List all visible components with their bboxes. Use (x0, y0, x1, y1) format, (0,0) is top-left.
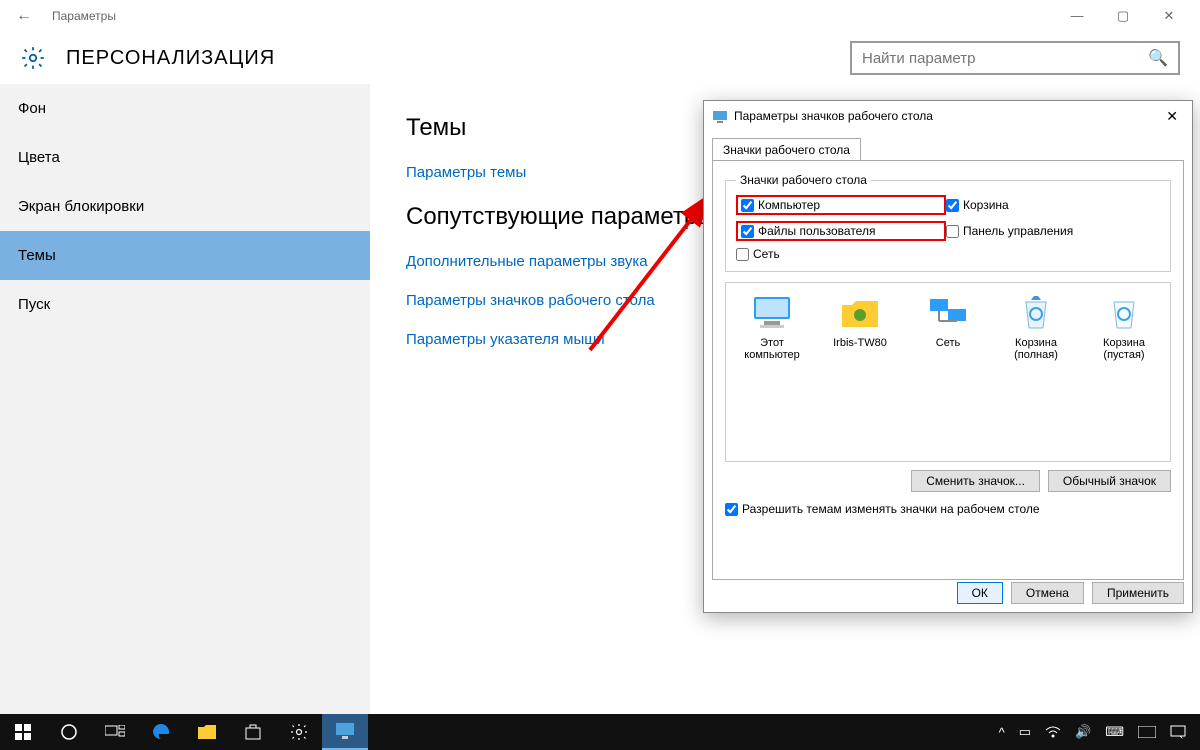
change-icon-button[interactable]: Сменить значок... (911, 470, 1040, 492)
icon-label: Корзина (пустая) (1084, 337, 1164, 361)
tab-desktop-icons[interactable]: Значки рабочего стола (712, 138, 861, 161)
dialog-title: Параметры значков рабочего стола (734, 109, 933, 123)
icon-label: Корзина (полная) (996, 337, 1076, 361)
checkbox-userfiles[interactable] (741, 225, 754, 238)
tray-wifi-icon[interactable] (1045, 726, 1061, 738)
system-tray: ^ ▭ 🔊 ⌨ (999, 724, 1200, 740)
maximize-button[interactable]: ▢ (1100, 8, 1146, 24)
icon-recycle-full[interactable]: Корзина (полная) (996, 293, 1076, 361)
page-title: ПЕРСОНАЛИЗАЦИЯ (66, 47, 275, 70)
task-view-icon[interactable] (92, 714, 138, 750)
close-button[interactable]: ✕ (1146, 8, 1192, 24)
fieldset-legend: Значки рабочего стола (736, 173, 871, 187)
dialog-titlebar: Параметры значков рабочего стола ✕ (704, 101, 1192, 131)
back-button[interactable]: ← (8, 7, 40, 25)
checkbox-control[interactable] (946, 225, 959, 238)
label-userfiles: Файлы пользователя (758, 224, 875, 238)
window-controls: ― ▢ ✕ (1054, 8, 1192, 24)
icon-label: Сеть (908, 337, 988, 349)
ok-button[interactable]: ОК (957, 582, 1003, 604)
tab-panel: Значки рабочего стола Компьютер Корзина … (712, 160, 1184, 580)
highlight-userfiles: Файлы пользователя (736, 221, 946, 241)
start-button[interactable] (0, 714, 46, 750)
cancel-button[interactable]: Отмена (1011, 582, 1084, 604)
settings-taskbar-icon[interactable] (276, 714, 322, 750)
search-box[interactable]: 🔍 (850, 41, 1180, 75)
store-icon[interactable] (230, 714, 276, 750)
search-input[interactable] (862, 50, 1148, 67)
gear-icon (20, 45, 46, 71)
icon-label: Irbis-TW80 (820, 337, 900, 349)
sidebar: Фон Цвета Экран блокировки Темы Пуск (0, 84, 370, 714)
titlebar: ← Параметры ― ▢ ✕ (0, 0, 1200, 32)
icon-recycle-empty[interactable]: Корзина (пустая) (1084, 293, 1164, 361)
label-control: Панель управления (963, 224, 1073, 238)
icon-network[interactable]: Сеть (908, 293, 988, 349)
search-icon: 🔍 (1148, 48, 1168, 68)
label-allow-themes: Разрешить темам изменять значки на рабоч… (742, 502, 1040, 516)
header: ПЕРСОНАЛИЗАЦИЯ 🔍 (0, 32, 1200, 84)
dialog-close-button[interactable]: ✕ (1160, 108, 1184, 125)
personalization-taskbar-icon[interactable] (322, 714, 368, 750)
tray-notifications-icon[interactable] (1170, 725, 1186, 739)
cortana-icon[interactable] (46, 714, 92, 750)
tray-language-icon[interactable]: ⌨ (1105, 724, 1124, 740)
checkbox-network[interactable] (736, 248, 749, 261)
tray-keyboard-icon[interactable] (1138, 726, 1156, 738)
sidebar-item-background[interactable]: Фон (0, 84, 370, 133)
sidebar-item-themes[interactable]: Темы (0, 231, 370, 280)
icon-label: Этот компьютер (732, 337, 812, 361)
icons-fieldset: Значки рабочего стола Компьютер Корзина … (725, 173, 1171, 272)
icon-user-folder[interactable]: Irbis-TW80 (820, 293, 900, 349)
sidebar-item-start[interactable]: Пуск (0, 280, 370, 329)
icon-preview-list[interactable]: Этот компьютер Irbis-TW80 Сеть Корзина (… (725, 282, 1171, 462)
minimize-button[interactable]: ― (1054, 8, 1100, 24)
taskbar: ^ ▭ 🔊 ⌨ (0, 714, 1200, 750)
highlight-computer: Компьютер (736, 195, 946, 215)
label-recycle: Корзина (963, 198, 1009, 212)
sidebar-item-lockscreen[interactable]: Экран блокировки (0, 182, 370, 231)
tray-battery-icon[interactable]: ▭ (1019, 724, 1031, 740)
apply-button[interactable]: Применить (1092, 582, 1184, 604)
checkbox-recycle[interactable] (946, 199, 959, 212)
checkbox-allow-themes[interactable] (725, 503, 738, 516)
tray-chevron-icon[interactable]: ^ (999, 725, 1005, 740)
window-title: Параметры (52, 9, 116, 23)
edge-icon[interactable] (138, 714, 184, 750)
sidebar-item-colors[interactable]: Цвета (0, 133, 370, 182)
explorer-icon[interactable] (184, 714, 230, 750)
desktop-icons-dialog: Параметры значков рабочего стола ✕ Значк… (703, 100, 1193, 613)
icon-this-pc[interactable]: Этот компьютер (732, 293, 812, 361)
tab-strip: Значки рабочего стола (704, 131, 1192, 160)
checkbox-computer[interactable] (741, 199, 754, 212)
default-icon-button[interactable]: Обычный значок (1048, 470, 1171, 492)
label-computer: Компьютер (758, 198, 820, 212)
dialog-footer: ОК Отмена Применить (957, 582, 1184, 604)
label-network: Сеть (753, 247, 780, 261)
tray-volume-icon[interactable]: 🔊 (1075, 724, 1091, 740)
dialog-icon (712, 108, 728, 124)
